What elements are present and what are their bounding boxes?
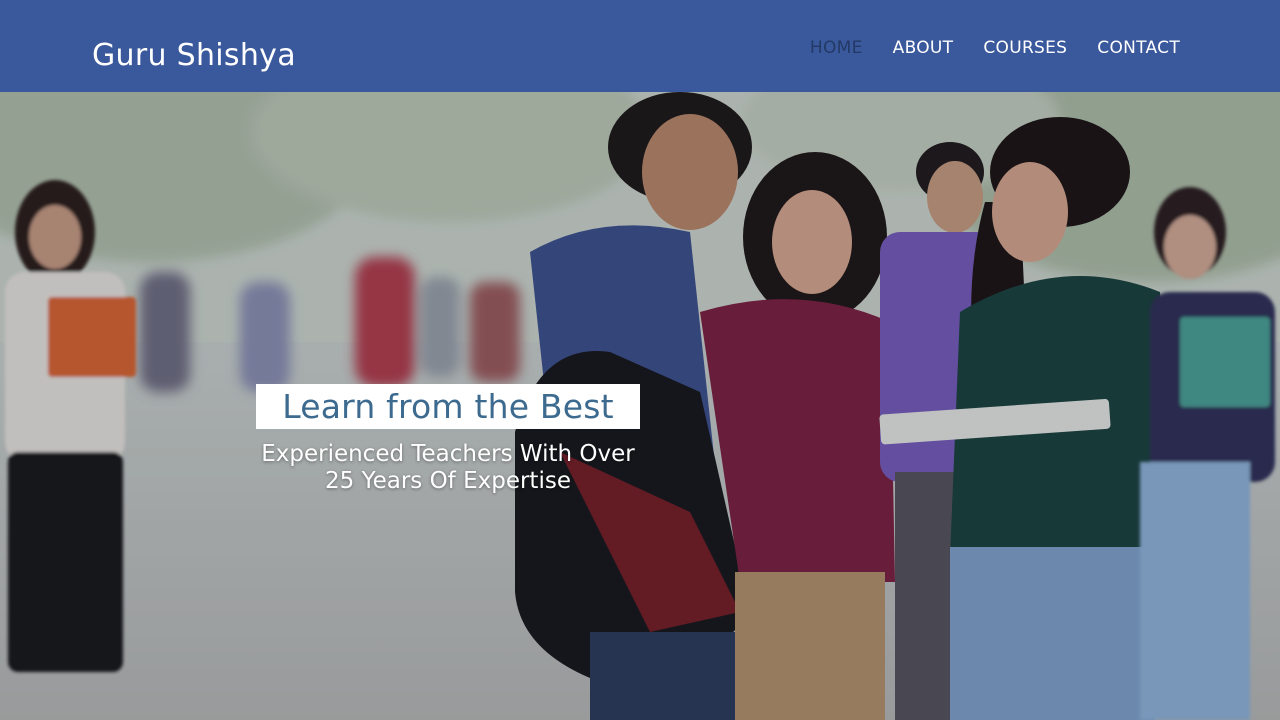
nav-about[interactable]: ABOUT xyxy=(893,36,954,60)
hero-dim-overlay xyxy=(0,92,1280,720)
navbar: Guru Shishya HOME ABOUT COURSES CONTACT xyxy=(0,0,1280,92)
nav-home[interactable]: HOME xyxy=(810,36,863,60)
hero-subtitle: Experienced Teachers With Over 25 Years … xyxy=(256,441,640,495)
hero-caption: Learn from the Best Experienced Teachers… xyxy=(256,384,640,495)
hero-subtitle-line-2: 25 Years Of Expertise xyxy=(325,468,571,494)
nav-contact[interactable]: CONTACT xyxy=(1097,36,1180,60)
nav-courses[interactable]: COURSES xyxy=(983,36,1067,60)
hero-section: Learn from the Best Experienced Teachers… xyxy=(0,92,1280,720)
hero-title-box: Learn from the Best xyxy=(256,384,640,429)
hero-subtitle-line-1: Experienced Teachers With Over xyxy=(261,441,635,467)
main-nav: HOME ABOUT COURSES CONTACT xyxy=(810,36,1180,60)
brand-logo-link[interactable]: Guru Shishya xyxy=(92,36,296,76)
hero-title: Learn from the Best xyxy=(282,387,614,426)
